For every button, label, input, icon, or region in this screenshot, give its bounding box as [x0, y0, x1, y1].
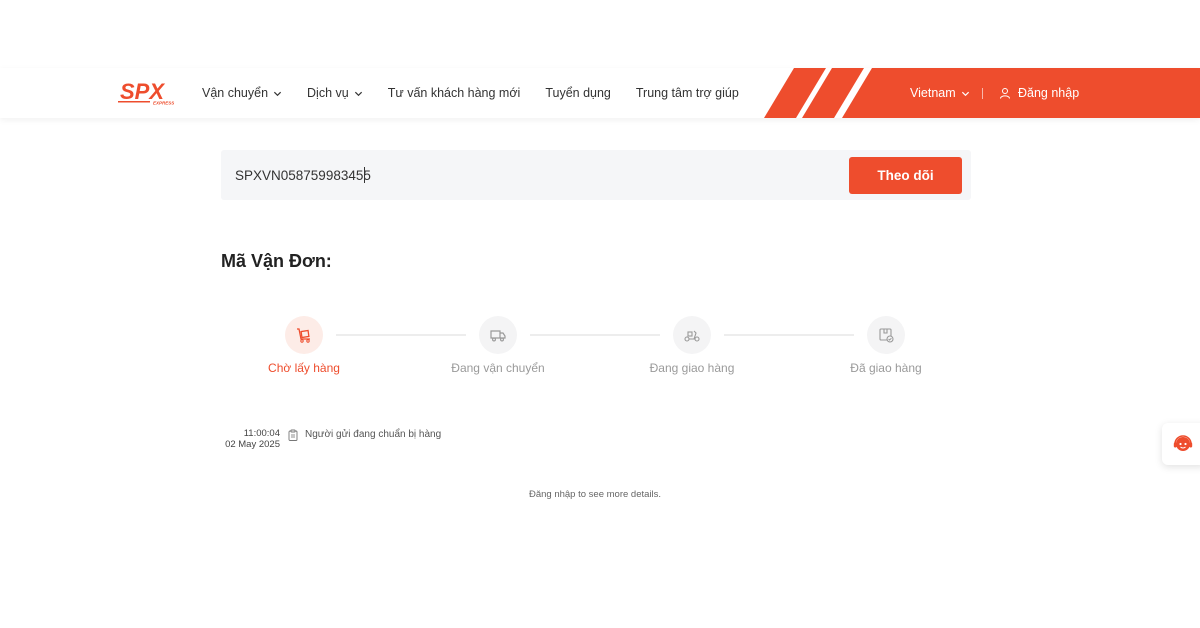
- timeline-date: 02 May 2025: [225, 439, 280, 450]
- step-label: Chờ lấy hàng: [268, 361, 340, 375]
- more-details-note: Đăng nhập to see more details.: [0, 489, 1190, 500]
- chevron-down-icon: [354, 91, 362, 96]
- tracking-search-box: Theo dõi: [221, 150, 971, 200]
- step-label: Đang giao hàng: [649, 361, 735, 375]
- step-label: Đang vận chuyển: [451, 361, 545, 375]
- nav-item-label: Trung tâm trợ giúp: [635, 86, 739, 100]
- nav-item-van-chuyen[interactable]: Vận chuyển: [202, 86, 282, 100]
- step-label: Đã giao hàng: [850, 361, 922, 375]
- nav-item-dich-vu[interactable]: Dịch vụ: [307, 86, 363, 100]
- chevron-down-icon: [961, 91, 969, 96]
- track-button[interactable]: Theo dõi: [849, 157, 962, 194]
- svg-text:EXPRESS: EXPRESS: [153, 101, 174, 106]
- scooter-icon: [684, 330, 700, 342]
- page-title: Mã Vận Đơn:: [221, 251, 332, 271]
- user-icon: [1000, 88, 1010, 99]
- timeline-timestamp: 11:00:04 02 May 2025: [225, 428, 280, 450]
- pallet-icon: [297, 328, 310, 343]
- step-icon-circle: [285, 316, 323, 354]
- more-details-text: to see more details.: [575, 489, 662, 500]
- chevron-down-icon: [273, 91, 282, 96]
- truck-icon: [490, 330, 506, 342]
- step-dang-giao-hang: Đang giao hàng: [622, 316, 762, 375]
- language-selector[interactable]: Vietnam: [910, 68, 970, 118]
- timeline-time: 11:00:04: [243, 428, 280, 439]
- header-divider: [982, 88, 983, 99]
- step-dang-van-chuyen: Đang vận chuyển: [428, 316, 568, 375]
- text-caret: [364, 167, 365, 183]
- nav-item-label: Vận chuyển: [202, 86, 269, 100]
- support-float-button[interactable]: [1162, 423, 1200, 465]
- delivered-box-icon: [879, 328, 894, 343]
- more-details-login-link[interactable]: Đăng nhập: [529, 489, 575, 500]
- tracking-number-input[interactable]: [235, 162, 835, 188]
- clipboard-icon: [288, 429, 298, 441]
- nav-item-tu-van[interactable]: Tư vấn khách hàng mới: [388, 86, 521, 100]
- main-nav: Vận chuyển Dịch vụ Tư vấn khách hàng mới…: [202, 68, 764, 118]
- nav-item-label: Dịch vụ: [307, 86, 349, 100]
- step-da-giao-hang: Đã giao hàng: [816, 316, 956, 375]
- nav-item-tuyen-dung[interactable]: Tuyển dụng: [545, 86, 611, 100]
- step-icon-circle: [867, 316, 905, 354]
- timeline-event-text: Người gửi đang chuẩn bị hàng: [305, 429, 442, 440]
- nav-item-tro-giup[interactable]: Trung tâm trợ giúp: [636, 86, 739, 100]
- customer-support-icon: [1173, 435, 1193, 451]
- top-header: SPX EXPRESS Vận chuyển Dịch vụ Tư vấn kh…: [0, 68, 1200, 118]
- step-cho-lay-hang: Chờ lấy hàng: [234, 316, 374, 375]
- step-icon-circle: [673, 316, 711, 354]
- language-label: Vietnam: [910, 86, 956, 100]
- step-icon-circle: [479, 316, 517, 354]
- nav-item-label: Tư vấn khách hàng mới: [387, 86, 521, 100]
- login-button[interactable]: Đăng nhập: [999, 68, 1079, 118]
- nav-item-label: Tuyển dụng: [545, 86, 611, 100]
- login-label: Đăng nhập: [1018, 86, 1080, 100]
- spx-logo[interactable]: SPX EXPRESS: [118, 79, 180, 106]
